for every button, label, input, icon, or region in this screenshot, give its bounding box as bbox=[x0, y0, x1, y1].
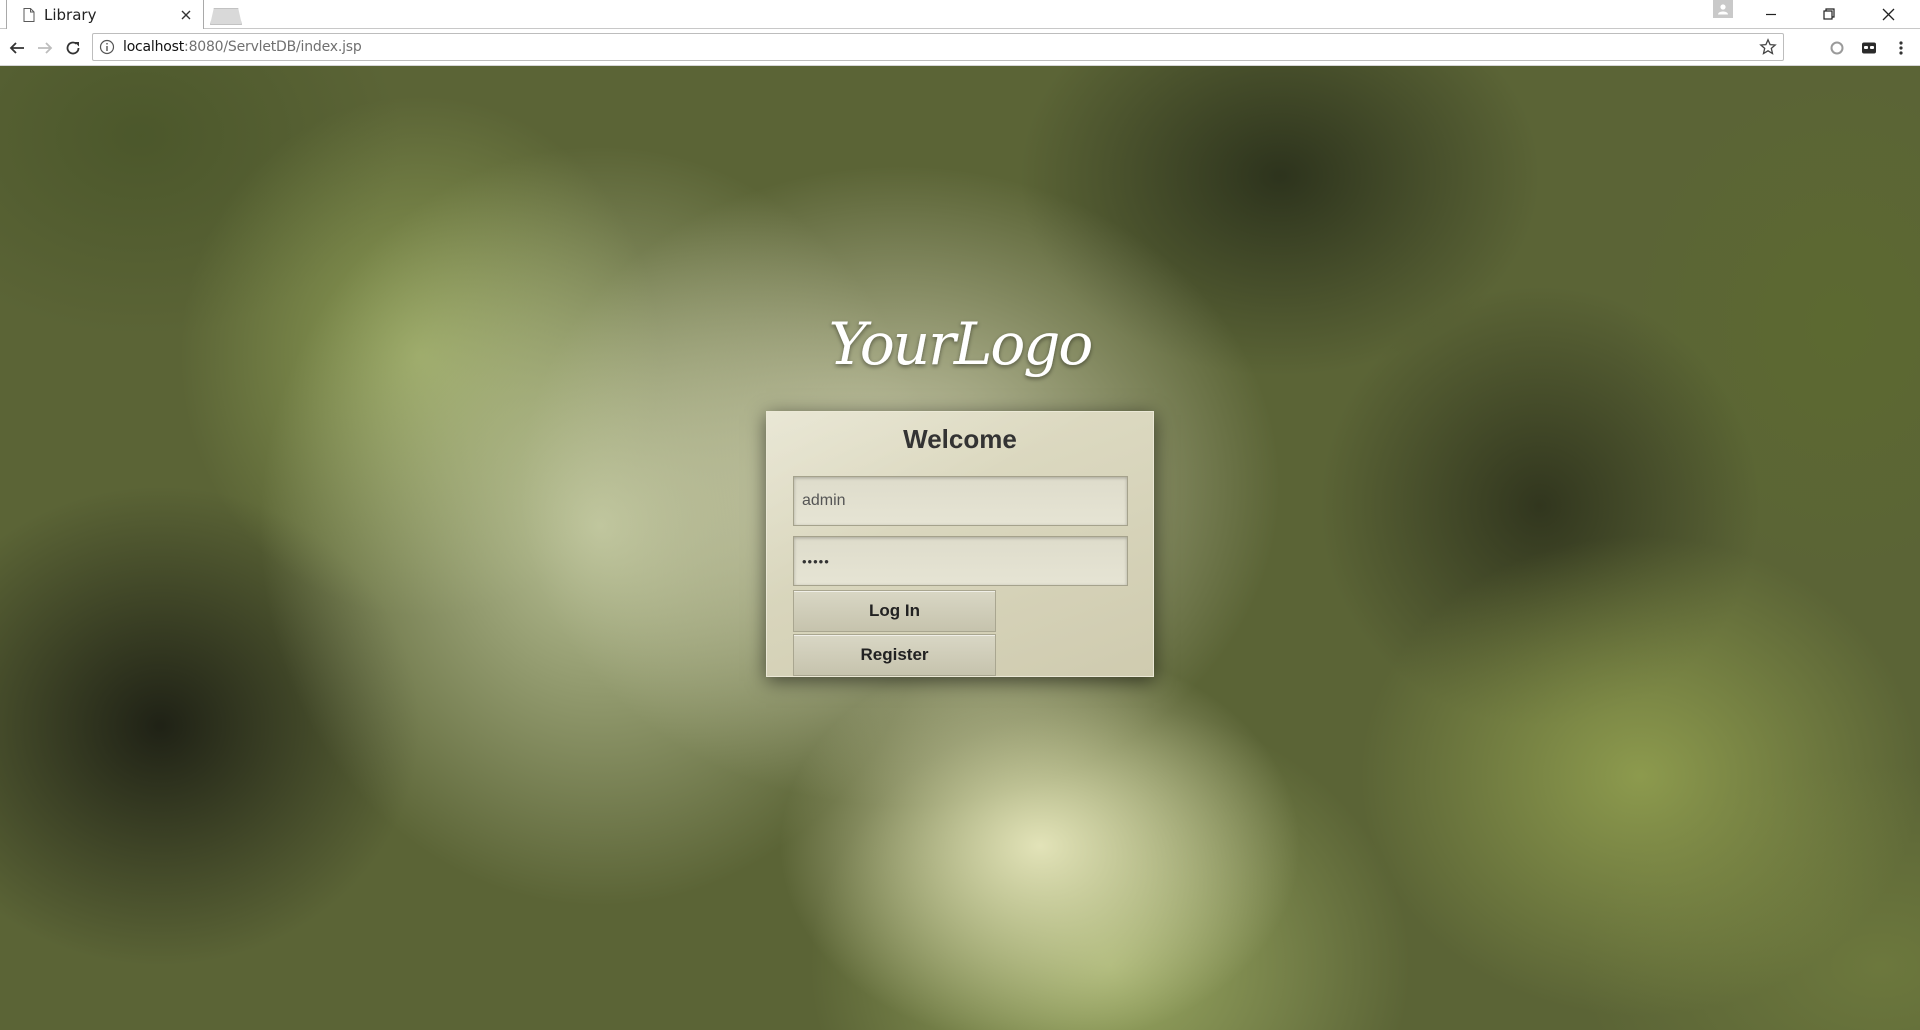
extension-circle-icon[interactable] bbox=[1824, 35, 1850, 61]
tab-library[interactable]: Library bbox=[6, 0, 204, 29]
browser-toolbar: localhost:8080/ServletDB/index.jsp bbox=[0, 29, 1920, 66]
back-arrow-icon[interactable] bbox=[4, 35, 30, 61]
login-button[interactable]: Log In bbox=[793, 590, 996, 632]
page-icon bbox=[23, 7, 35, 22]
info-icon[interactable] bbox=[99, 39, 115, 55]
forward-arrow-icon[interactable] bbox=[32, 35, 58, 61]
password-input[interactable] bbox=[793, 536, 1128, 586]
minimize-icon[interactable] bbox=[1743, 0, 1799, 28]
restore-icon[interactable] bbox=[1801, 0, 1857, 28]
reload-icon[interactable] bbox=[60, 35, 86, 61]
address-bar[interactable]: localhost:8080/ServletDB/index.jsp bbox=[92, 33, 1784, 61]
tab-strip: Library bbox=[0, 0, 1920, 29]
star-icon[interactable] bbox=[1759, 38, 1777, 56]
welcome-heading: Welcome bbox=[903, 424, 1017, 454]
url-path: :8080/ServletDB/index.jsp bbox=[184, 39, 362, 55]
logo: YourLogo bbox=[829, 310, 1094, 378]
register-button[interactable]: Register bbox=[793, 634, 996, 676]
close-window-icon[interactable] bbox=[1860, 0, 1916, 28]
url-host: localhost bbox=[123, 39, 185, 55]
page-background: YourLogo Welcome Log In Register bbox=[0, 66, 1920, 1030]
extension-mask-icon[interactable] bbox=[1856, 35, 1882, 61]
username-input[interactable] bbox=[793, 476, 1128, 526]
tab-title: Library bbox=[44, 5, 97, 24]
new-tab-button[interactable] bbox=[210, 8, 242, 25]
close-icon[interactable] bbox=[175, 4, 197, 26]
profile-icon[interactable] bbox=[1713, 0, 1733, 18]
logo-text: YourLogo bbox=[829, 310, 1092, 378]
login-panel: Welcome Log In Register bbox=[766, 411, 1154, 677]
menu-dots-icon[interactable] bbox=[1888, 35, 1914, 61]
